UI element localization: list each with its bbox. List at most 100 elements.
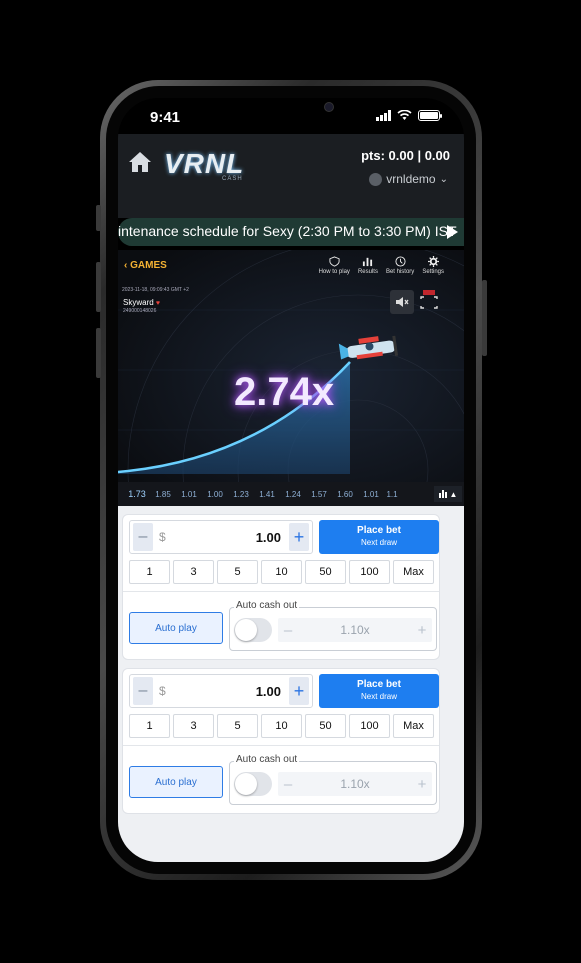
status-icons <box>376 110 442 121</box>
game-name: Skyward ♥ <box>123 298 160 307</box>
bet-panel-2: – $ 1.00 + Place bet Next draw 1 3 5 10 … <box>122 668 440 814</box>
game-area: ‹ GAMES How to play Results Bet history … <box>118 250 464 506</box>
history-item: 1.00 <box>207 489 223 499</box>
auto-cash-out-group: Auto cash out – 1.10x + <box>229 600 437 651</box>
auto-cash-out-label: Auto cash out <box>234 754 300 765</box>
place-bet-button[interactable]: Place bet Next draw <box>319 674 439 708</box>
fullscreen-icon[interactable] <box>420 290 438 310</box>
speaker-muted-icon <box>396 297 409 307</box>
bet-history-label: Bet history <box>385 269 415 275</box>
quick-amount-chip[interactable]: 50 <box>305 714 346 738</box>
increase-cashout-button[interactable]: + <box>412 776 432 793</box>
flight-graph <box>118 250 464 482</box>
auto-cash-out-field[interactable]: – 1.10x + <box>278 772 432 796</box>
settings-button[interactable]: Settings <box>422 256 444 275</box>
auto-cash-out-toggle[interactable] <box>234 618 272 642</box>
quick-amount-chip[interactable]: 1 <box>129 714 170 738</box>
status-time: 9:41 <box>150 109 181 126</box>
auto-cash-out-toggle[interactable] <box>234 772 272 796</box>
place-bet-label: Place bet <box>357 525 401 536</box>
decrease-amount-button[interactable]: – <box>133 677 153 705</box>
auto-cash-out-field[interactable]: – 1.10x + <box>278 618 432 642</box>
home-icon[interactable] <box>128 150 152 174</box>
how-to-play-button[interactable]: How to play <box>319 256 350 275</box>
play-icon[interactable] <box>447 225 458 239</box>
quick-amount-chip[interactable]: 50 <box>305 560 346 584</box>
bet-panel-1: – $ 1.00 + Place bet Next draw 1 3 5 10 … <box>122 514 440 660</box>
quick-amount-chip[interactable]: 5 <box>217 560 258 584</box>
quick-amount-chip[interactable]: 10 <box>261 714 302 738</box>
bet-amount-value[interactable]: 1.00 <box>166 684 289 699</box>
auto-cash-out-value[interactable]: 1.10x <box>298 623 412 637</box>
results-label: Results <box>357 269 378 275</box>
user-menu[interactable]: vrnldemo ⌄ <box>369 172 448 186</box>
phone-power-button <box>482 280 487 356</box>
announcement-text: intenance schedule for Sexy (2:30 PM to … <box>118 223 457 239</box>
history-item: 1.01 <box>363 489 379 499</box>
decrease-cashout-button[interactable]: – <box>278 776 298 793</box>
games-back-button[interactable]: ‹ GAMES <box>124 260 167 271</box>
history-item: 1.23 <box>233 489 249 499</box>
bet-amount-field[interactable]: – $ 1.00 + <box>129 674 313 708</box>
quick-amount-chip[interactable]: 1 <box>129 560 170 584</box>
history-item: 1.1 <box>386 489 398 499</box>
decrease-amount-button[interactable]: – <box>133 523 153 551</box>
history-item: 1.73 <box>128 489 146 499</box>
quick-amount-chip[interactable]: Max <box>393 714 434 738</box>
bet-amount-field[interactable]: – $ 1.00 + <box>129 520 313 554</box>
auto-play-button[interactable]: Auto play <box>129 766 223 798</box>
divider <box>123 745 439 746</box>
quick-amount-chip[interactable]: 5 <box>217 714 258 738</box>
place-bet-label: Place bet <box>357 679 401 690</box>
front-camera <box>324 102 334 112</box>
auto-cash-out-value[interactable]: 1.10x <box>298 777 412 791</box>
auto-cash-out-label: Auto cash out <box>234 600 300 611</box>
quick-amount-chips: 1 3 5 10 50 100 Max <box>129 560 434 584</box>
auto-play-button[interactable]: Auto play <box>129 612 223 644</box>
username: vrnldemo <box>386 172 436 186</box>
settings-label: Settings <box>422 269 444 275</box>
increase-amount-button[interactable]: + <box>289 523 309 551</box>
place-bet-button[interactable]: Place bet Next draw <box>319 520 439 554</box>
mute-button[interactable] <box>390 290 414 314</box>
status-bar: 9:41 <box>118 98 464 134</box>
increase-cashout-button[interactable]: + <box>412 622 432 639</box>
game-toolbar: How to play Results Bet history Settings <box>319 256 444 275</box>
shield-question-icon <box>329 256 340 267</box>
phone-volume-up <box>96 262 101 312</box>
place-bet-sublabel: Next draw <box>360 538 397 547</box>
bar-chart-icon <box>363 257 373 267</box>
bet-area: – $ 1.00 + Place bet Next draw 1 3 5 10 … <box>118 506 464 862</box>
bet-amount-value[interactable]: 1.00 <box>166 530 289 545</box>
round-id: 249000148026 <box>123 308 157 314</box>
points-balance: pts: 0.00 | 0.00 <box>361 148 450 163</box>
divider <box>123 591 439 592</box>
quick-amount-chip[interactable]: 3 <box>173 560 214 584</box>
quick-amount-chips: 1 3 5 10 50 100 Max <box>129 714 434 738</box>
quick-amount-chip[interactable]: 10 <box>261 560 302 584</box>
round-datetime: 2023-11-18, 09:09:43 GMT +2 <box>122 287 189 293</box>
toggle-knob <box>235 619 257 641</box>
history-item: 1.41 <box>259 489 275 499</box>
how-to-play-label: How to play <box>318 269 350 275</box>
battery-icon <box>418 110 442 121</box>
avatar <box>369 172 383 186</box>
decrease-cashout-button[interactable]: – <box>278 622 298 639</box>
increase-amount-button[interactable]: + <box>289 677 309 705</box>
quick-amount-chip[interactable]: 3 <box>173 714 214 738</box>
history-item: 1.60 <box>337 489 353 499</box>
game-name-text: Skyward <box>123 298 154 307</box>
quick-amount-chip[interactable]: 100 <box>349 560 390 584</box>
auto-cash-out-group: Auto cash out – 1.10x + <box>229 754 437 805</box>
toggle-knob <box>235 773 257 795</box>
results-button[interactable]: Results <box>358 256 378 275</box>
app-header: VRNL CASH pts: 0.00 | 0.00 vrnldemo ⌄ <box>118 134 464 218</box>
current-multiplier: 2.74x <box>234 370 335 414</box>
quick-amount-chip[interactable]: Max <box>393 560 434 584</box>
heart-icon[interactable]: ♥ <box>156 300 160 307</box>
phone-volume-down <box>96 328 101 378</box>
bet-history-button[interactable]: Bet history <box>386 256 414 275</box>
quick-amount-chip[interactable]: 100 <box>349 714 390 738</box>
history-toggle-button[interactable]: ▲ <box>434 486 462 502</box>
announcement-marquee: intenance schedule for Sexy (2:30 PM to … <box>118 218 464 246</box>
